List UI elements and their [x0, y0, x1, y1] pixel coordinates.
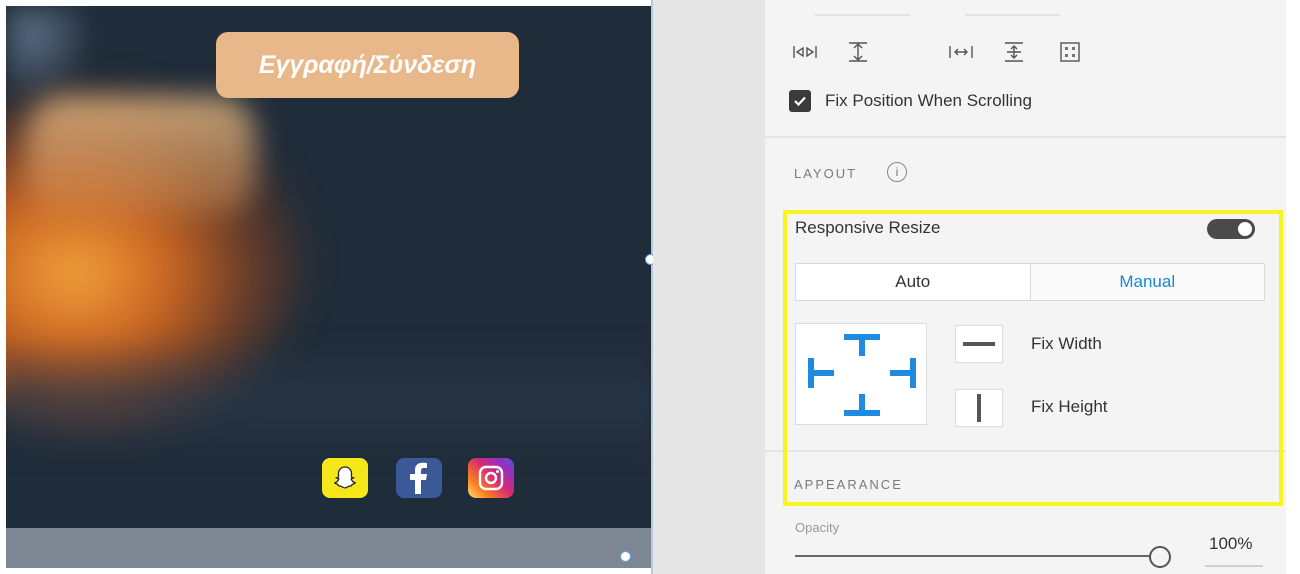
signup-login-button[interactable]: Εγγραφή/Σύνδεση	[216, 32, 519, 98]
design-canvas[interactable]: Εγγραφή/Σύνδεση	[6, 6, 651, 568]
section-divider	[765, 136, 1300, 138]
top-divider-right	[965, 14, 1060, 16]
canvas-bottom-bar	[6, 528, 651, 568]
fix-height-label: Fix Height	[1031, 397, 1108, 416]
segment-manual[interactable]: Manual	[1030, 264, 1264, 300]
responsive-resize-label: Responsive Resize	[795, 218, 941, 237]
opacity-value-underline	[1205, 565, 1263, 567]
appearance-section-title: APPEARANCE	[794, 477, 903, 492]
opacity-label: Opacity	[795, 520, 840, 535]
distribute-horizontal-icon[interactable]	[945, 38, 977, 66]
fix-height-icon	[977, 394, 981, 422]
resize-handle-bottom[interactable]	[620, 551, 631, 562]
panel-right-edge	[1286, 0, 1300, 574]
instagram-icon[interactable]	[468, 458, 514, 498]
facebook-icon[interactable]	[396, 458, 442, 498]
distribute-vertical-icon[interactable]	[999, 38, 1029, 66]
responsive-resize-toggle[interactable]	[1207, 219, 1255, 239]
layout-section-title: LAYOUT	[794, 166, 858, 181]
pin-edges-icon	[808, 334, 916, 416]
fix-width-label: Fix Width	[1031, 334, 1102, 353]
resize-mode-segmented-control: Auto Manual	[795, 263, 1265, 301]
fix-width-button[interactable]	[955, 325, 1003, 363]
info-icon[interactable]: i	[887, 162, 907, 182]
fix-position-checkbox[interactable]: Fix Position When Scrolling	[789, 86, 1032, 116]
fix-width-icon	[963, 342, 995, 346]
fix-height-button[interactable]	[955, 389, 1003, 427]
align-distribute-toolbar	[765, 38, 1300, 68]
top-divider-left	[815, 14, 910, 16]
align-left-right-icon[interactable]	[787, 38, 823, 66]
workspace-gap	[653, 0, 765, 574]
snapchat-icon[interactable]	[322, 458, 368, 498]
align-top-bottom-icon[interactable]	[843, 38, 873, 66]
grid-icon[interactable]	[1055, 38, 1085, 66]
background-jar-highlight	[26, 96, 256, 216]
segment-auto[interactable]: Auto	[796, 264, 1031, 300]
checkbox-checked-icon	[789, 90, 811, 112]
background-table-reflection	[6, 336, 651, 466]
properties-panel: Fix Position When Scrolling LAYOUT i Res…	[765, 0, 1300, 574]
pin-constraints-widget[interactable]	[795, 323, 927, 425]
fix-position-label: Fix Position When Scrolling	[825, 91, 1032, 110]
opacity-slider-track[interactable]	[795, 555, 1155, 557]
opacity-value[interactable]: 100%	[1209, 534, 1252, 554]
opacity-slider-thumb[interactable]	[1149, 546, 1171, 568]
section-divider	[765, 450, 1300, 452]
